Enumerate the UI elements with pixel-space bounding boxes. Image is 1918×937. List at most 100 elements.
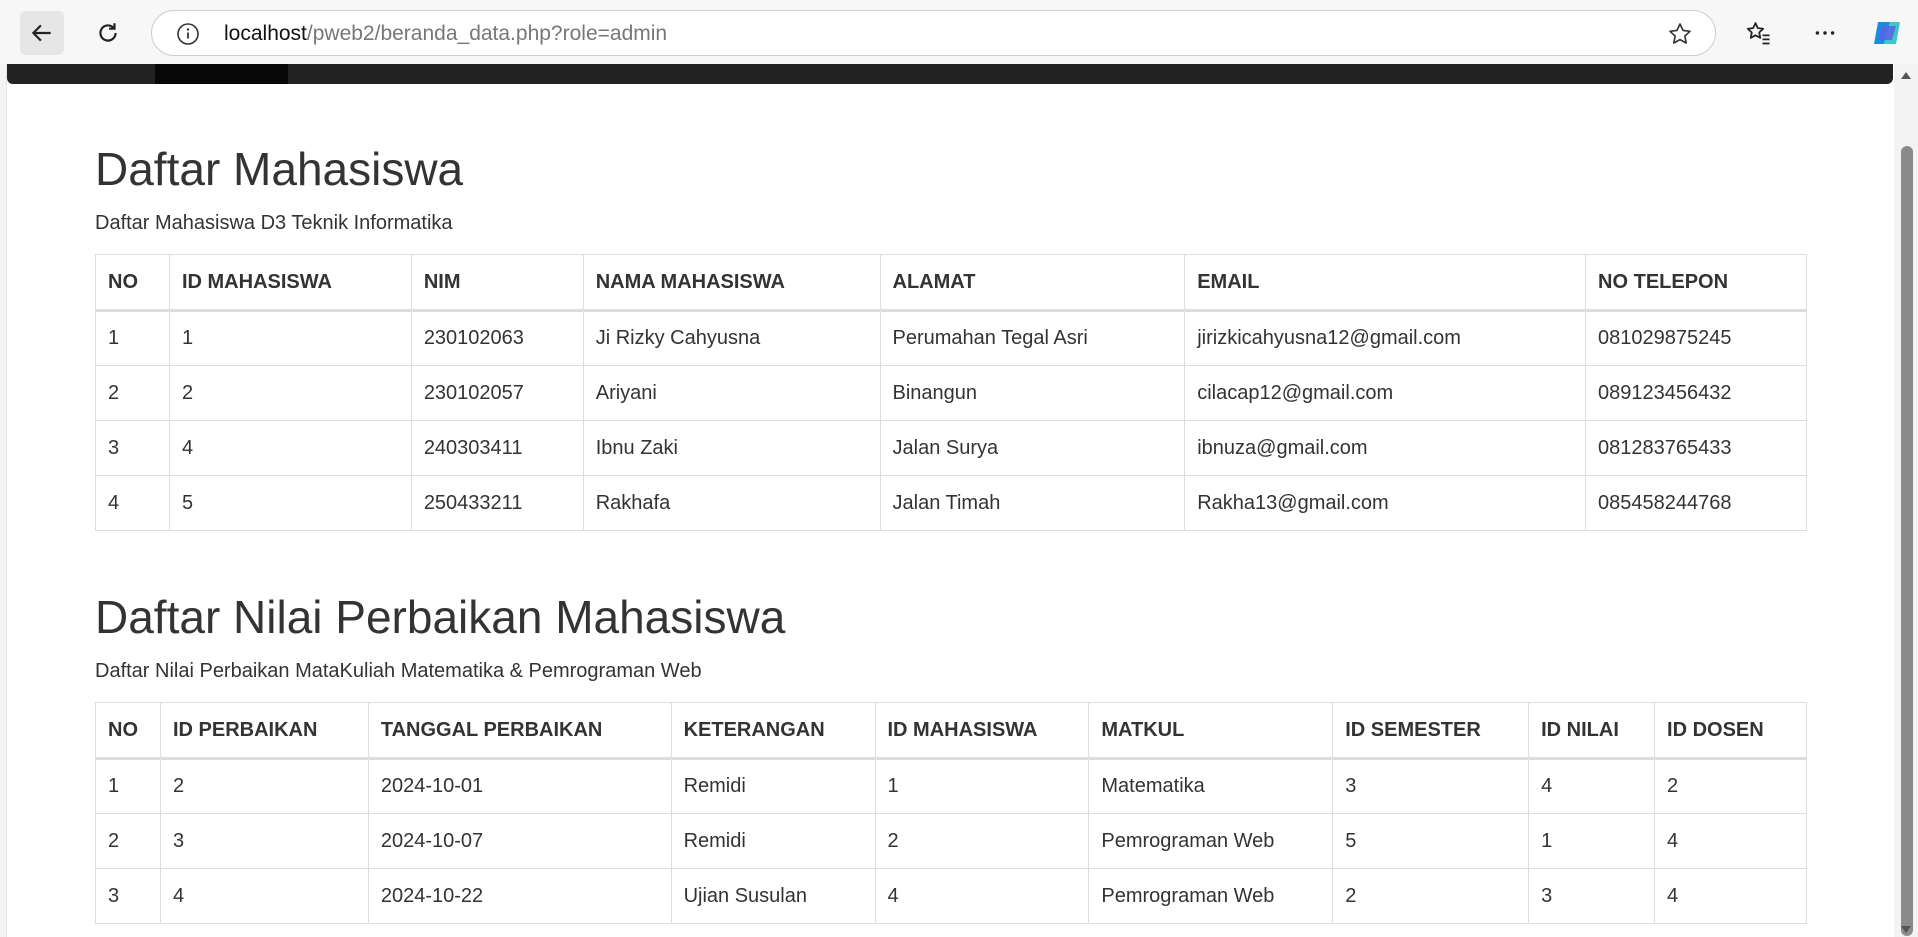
table-cell: Pemrograman Web xyxy=(1088,813,1334,869)
table-cell: 2 xyxy=(95,365,170,421)
table-cell: 081029875245 xyxy=(1585,310,1807,366)
column-header: NAMA MAHASISWA xyxy=(582,254,881,312)
table-row: 4 5 250433211 Rakhafa Jalan Timah Rakha13@gma… xyxy=(95,475,1807,531)
favorites-icon xyxy=(1746,22,1770,45)
table-cell: Perumahan Tegal Asri xyxy=(879,310,1186,366)
table-cell: 240303411 xyxy=(410,420,584,476)
nilai-title: Daftar Nilai Perbaikan Mahasiswa xyxy=(95,591,786,643)
table-row: 3 4 240303411 Ibnu Zaki Jalan Surya ibnuza@gm… xyxy=(95,420,1807,476)
favorites-button[interactable] xyxy=(1737,11,1781,55)
column-header: NIM xyxy=(410,254,584,312)
table-cell: 2 xyxy=(159,758,369,814)
navbar-active-item[interactable] xyxy=(155,64,288,84)
column-header: NO xyxy=(95,702,161,760)
table-cell: Matematika xyxy=(1088,758,1334,814)
scroll-thumb[interactable] xyxy=(1901,146,1913,936)
page-viewport: Daftar Mahasiswa Daftar Mahasiswa D3 Tek… xyxy=(6,64,1894,937)
url-text[interactable]: localhost/pweb2/beranda_data.php?role=ad… xyxy=(224,22,667,46)
table-cell: 2 xyxy=(1654,758,1807,814)
table-cell: Jalan Timah xyxy=(879,475,1186,531)
address-bar[interactable]: localhost/pweb2/beranda_data.php?role=ad… xyxy=(151,10,1716,56)
table-cell: 2 xyxy=(874,813,1090,869)
table-cell: 250433211 xyxy=(410,475,584,531)
table-cell: Jalan Surya xyxy=(879,420,1186,476)
info-icon[interactable] xyxy=(176,22,200,46)
reload-icon xyxy=(99,23,117,42)
table-cell: 4 xyxy=(874,868,1090,924)
arrow-left-icon xyxy=(31,24,51,42)
more-icon xyxy=(1815,31,1835,35)
mahasiswa-table: NO ID MAHASISWA NIM NAMA MAHASISWA ALAMAT EMA… xyxy=(95,254,1807,531)
table-cell: 1 xyxy=(1528,813,1656,869)
reload-button[interactable] xyxy=(86,11,130,55)
table-cell: 2024-10-01 xyxy=(367,758,672,814)
table-cell: cilacap12@gmail.com xyxy=(1184,365,1587,421)
column-header: EMAIL xyxy=(1184,254,1587,312)
vertical-scrollbar[interactable] xyxy=(1894,64,1918,937)
column-header: ID SEMESTER xyxy=(1332,702,1530,760)
table-row: 3 4 2024-10-22 Ujian Susulan 4 Pemrograman We… xyxy=(95,868,1807,924)
nilai-table: NO ID PERBAIKAN TANGGAL PERBAIKAN KETERANGA… xyxy=(95,702,1807,924)
copilot-icon xyxy=(1874,22,1900,44)
star-icon[interactable] xyxy=(1667,21,1693,47)
column-header: TANGGAL PERBAIKAN xyxy=(367,702,672,760)
table-cell: Ibnu Zaki xyxy=(582,420,881,476)
table-cell: Ariyani xyxy=(582,365,881,421)
table-cell: 2 xyxy=(95,813,161,869)
column-header: ALAMAT xyxy=(879,254,1186,312)
table-cell: 4 xyxy=(168,420,412,476)
table-row: 2 3 2024-10-07 Remidi 2 Pemrograman Web 5 1 4 xyxy=(95,813,1807,869)
table-row: 1 1 230102063 Ji Rizky Cahyusna Perumahan Te… xyxy=(95,310,1807,366)
table-cell: ibnuza@gmail.com xyxy=(1184,420,1587,476)
table-cell: 2 xyxy=(168,365,412,421)
table-cell: 3 xyxy=(95,420,170,476)
column-header: ID NILAI xyxy=(1528,702,1656,760)
table-cell: 3 xyxy=(95,868,161,924)
scroll-down-arrow-icon[interactable] xyxy=(1901,926,1911,933)
column-header: ID MAHASISWA xyxy=(874,702,1090,760)
table-row: 1 2 2024-10-01 Remidi 1 Matematika 3 4 2 xyxy=(95,758,1807,814)
table-cell: 081283765433 xyxy=(1585,420,1807,476)
table-cell: Rakha13@gmail.com xyxy=(1184,475,1587,531)
table-cell: 230102063 xyxy=(410,310,584,366)
browser-toolbar: localhost/pweb2/beranda_data.php?role=ad… xyxy=(0,0,1918,64)
column-header: MATKUL xyxy=(1088,702,1334,760)
table-cell: 5 xyxy=(1332,813,1530,869)
table-cell: Rakhafa xyxy=(582,475,881,531)
table-cell: 085458244768 xyxy=(1585,475,1807,531)
table-row: 2 2 230102057 Ariyani Binangun cilacap12@gmai… xyxy=(95,365,1807,421)
table-header-row: NO ID PERBAIKAN TANGGAL PERBAIKAN KETERANGA… xyxy=(95,702,1807,760)
table-cell: Pemrograman Web xyxy=(1088,868,1334,924)
nilai-subtitle: Daftar Nilai Perbaikan MataKuliah Matema… xyxy=(95,660,702,682)
table-cell: 3 xyxy=(1528,868,1656,924)
table-cell: Remidi xyxy=(670,813,876,869)
table-cell: 5 xyxy=(168,475,412,531)
column-header: ID PERBAIKAN xyxy=(159,702,369,760)
url-path: /pweb2/beranda_data.php?role=admin xyxy=(306,22,668,45)
mahasiswa-subtitle: Daftar Mahasiswa D3 Teknik Informatika xyxy=(95,212,453,234)
table-cell: 2024-10-22 xyxy=(367,868,672,924)
table-cell: 230102057 xyxy=(410,365,584,421)
table-cell: 1 xyxy=(874,758,1090,814)
column-header: NO xyxy=(95,254,170,312)
table-cell: 4 xyxy=(159,868,369,924)
copilot-button[interactable] xyxy=(1865,11,1909,55)
table-cell: 2024-10-07 xyxy=(367,813,672,869)
table-cell: Binangun xyxy=(879,365,1186,421)
back-button[interactable] xyxy=(20,11,64,55)
table-cell: Ujian Susulan xyxy=(670,868,876,924)
column-header: NO TELEPON xyxy=(1585,254,1807,312)
table-header-row: NO ID MAHASISWA NIM NAMA MAHASISWA ALAMAT EMA… xyxy=(95,254,1807,312)
more-button[interactable] xyxy=(1803,11,1847,55)
table-cell: 4 xyxy=(95,475,170,531)
table-cell: 2 xyxy=(1332,868,1530,924)
url-host: localhost xyxy=(224,22,307,45)
column-header: ID DOSEN xyxy=(1654,702,1807,760)
column-header: KETERANGAN xyxy=(670,702,876,760)
table-cell: 4 xyxy=(1528,758,1656,814)
table-cell: Remidi xyxy=(670,758,876,814)
mahasiswa-title: Daftar Mahasiswa xyxy=(95,143,464,195)
top-navbar xyxy=(7,64,1893,84)
scroll-up-arrow-icon[interactable] xyxy=(1901,72,1911,79)
table-cell: 4 xyxy=(1654,868,1807,924)
